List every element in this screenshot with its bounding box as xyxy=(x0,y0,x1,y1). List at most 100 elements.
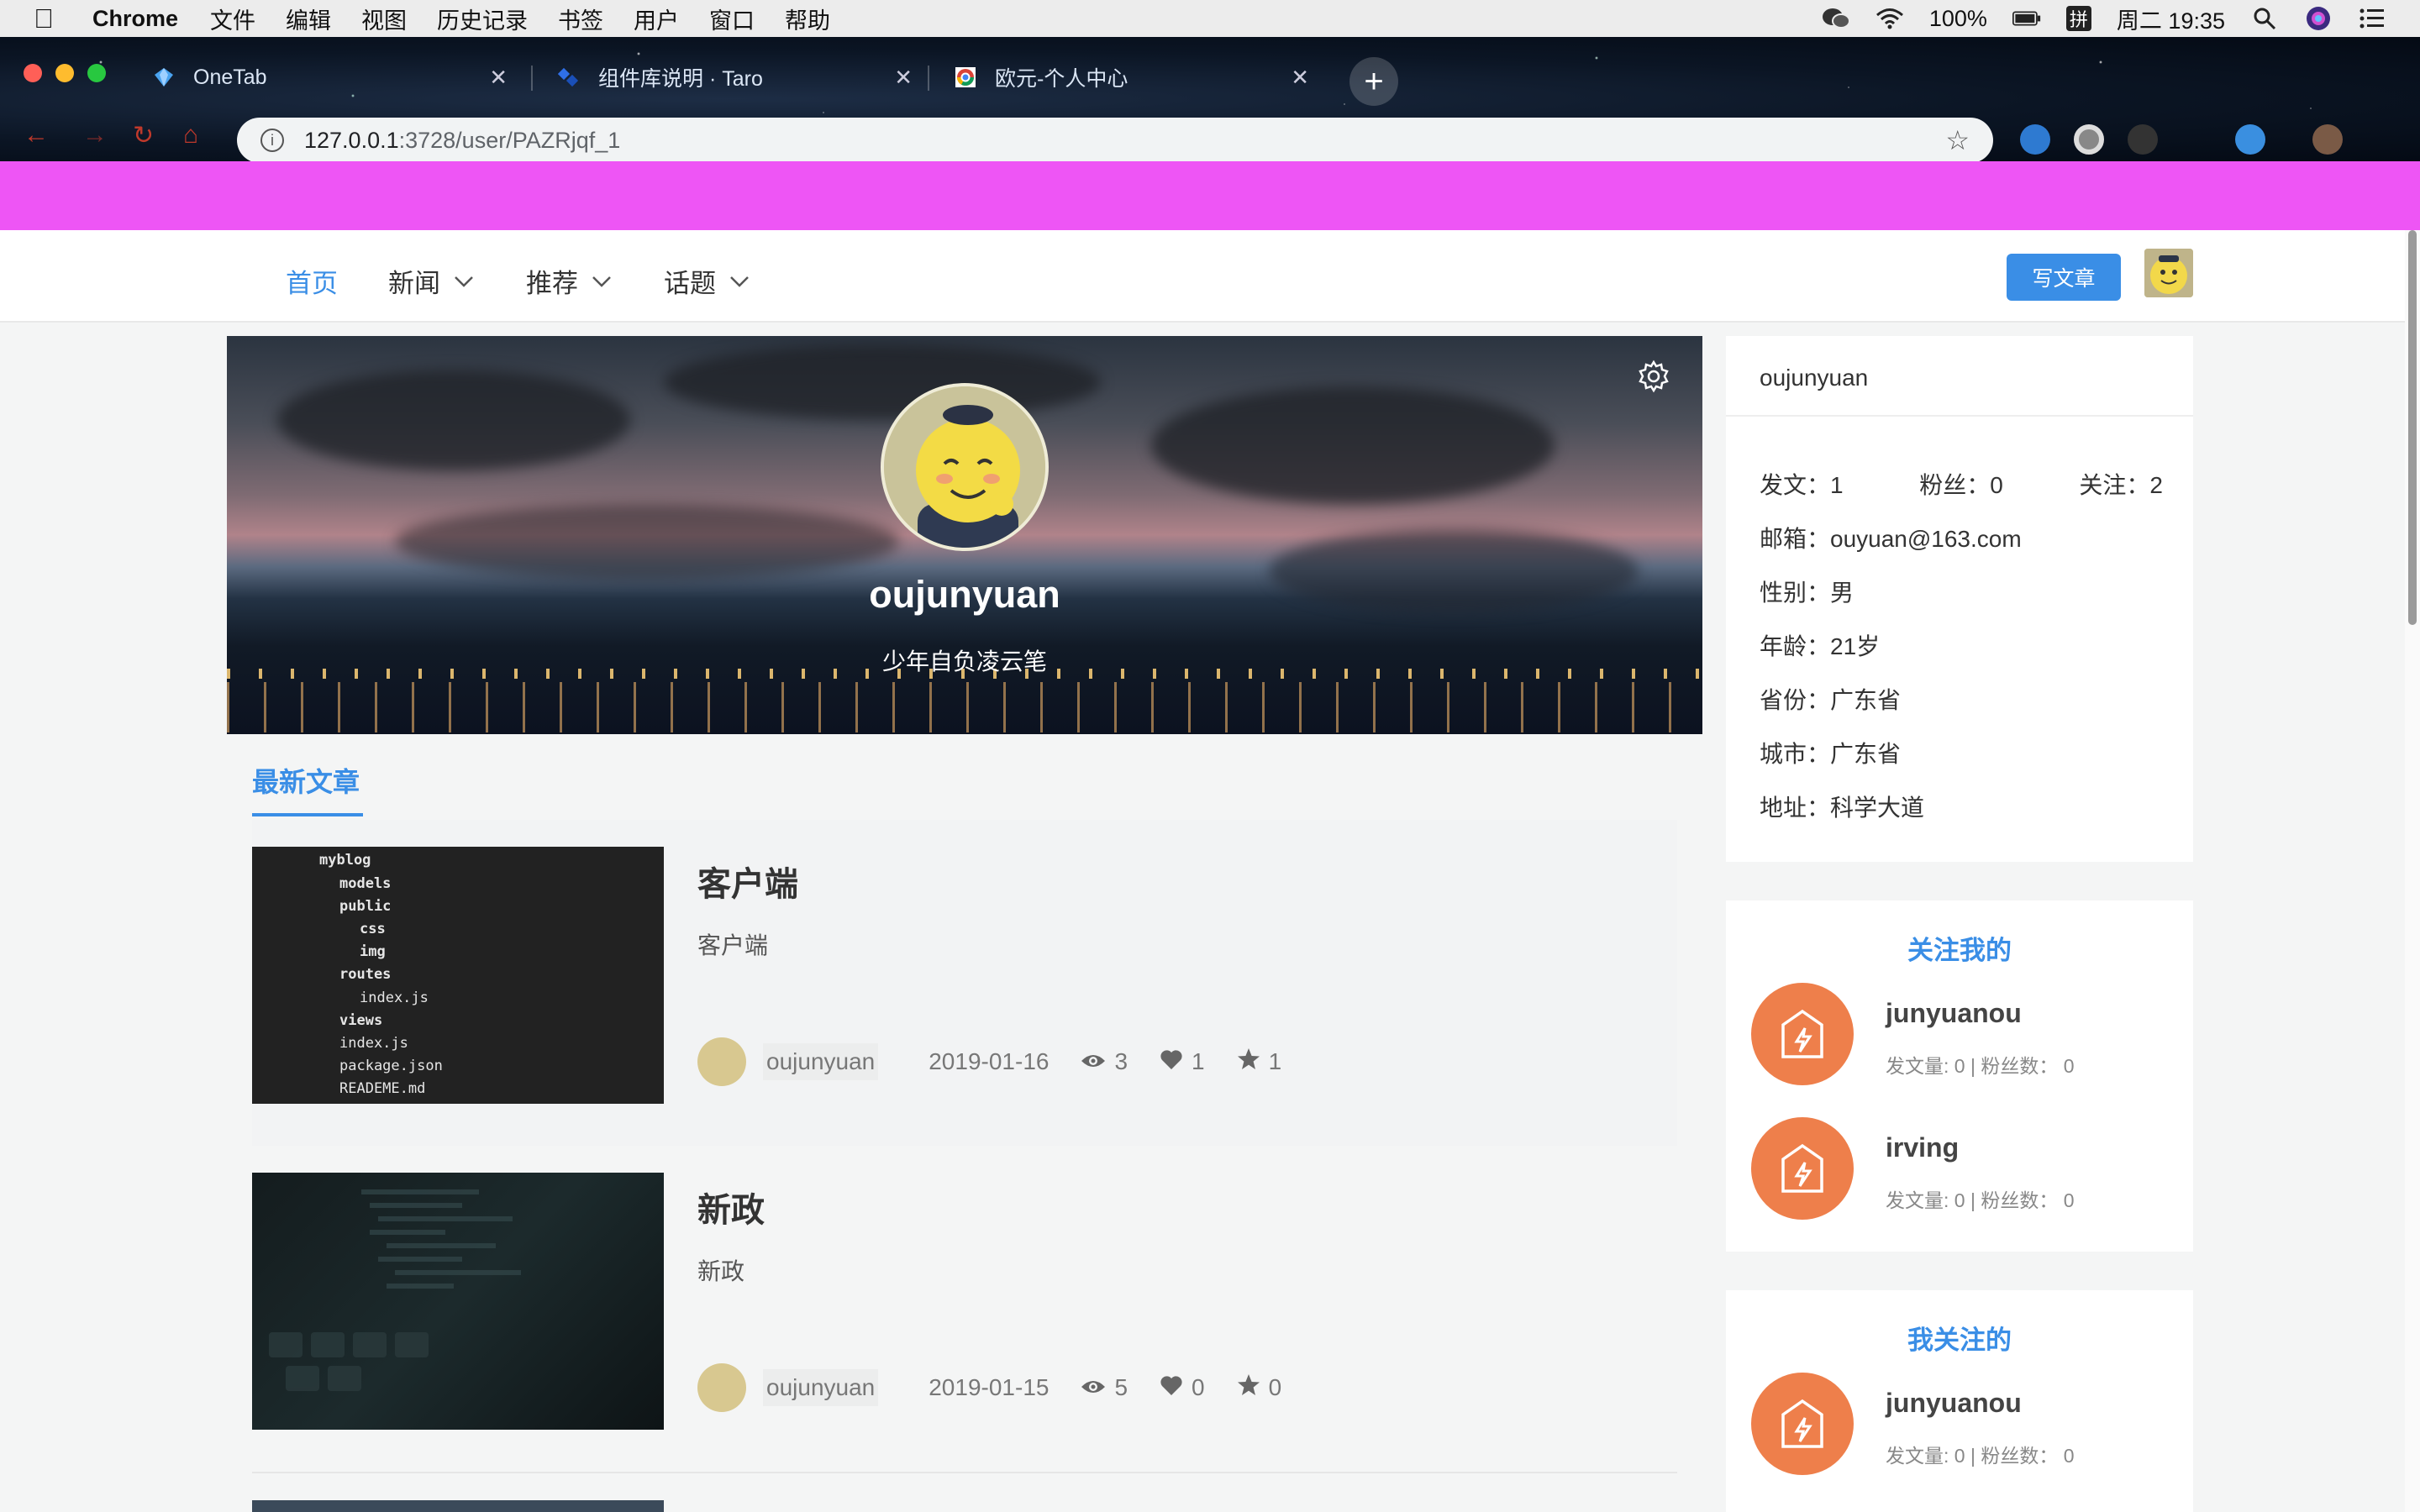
profile-province: 省份：广东省 xyxy=(1760,687,1902,713)
following-name[interactable]: junyuanou xyxy=(1886,1388,2022,1419)
extension-icon[interactable] xyxy=(2235,124,2265,155)
address-bar[interactable]: i 127.0.0.1:3728/user/PAZRjqf_1 ☆ xyxy=(237,118,1993,163)
tree-item: routes xyxy=(339,966,392,983)
battery-icon[interactable] xyxy=(2012,6,2041,31)
profile-avatar-icon[interactable] xyxy=(2312,124,2343,155)
star-count[interactable]: 0 xyxy=(1237,1373,1281,1403)
menu-people[interactable]: 用户 xyxy=(634,3,679,35)
notification-center-icon[interactable] xyxy=(2358,6,2386,31)
extension-icon[interactable] xyxy=(2074,124,2104,155)
article-thumbnail[interactable] xyxy=(252,1173,664,1430)
menu-file[interactable]: 文件 xyxy=(210,3,255,35)
nav-home[interactable]: 首页 xyxy=(286,262,338,300)
status-area: 100% 拼 周二 19:35 xyxy=(1822,3,2386,35)
tab-close-icon[interactable]: ✕ xyxy=(894,65,913,91)
tab-separator xyxy=(928,66,929,91)
profile-stats: 发文：1 粉丝：0 关注：2 xyxy=(1760,467,2163,501)
bookmark-star-icon[interactable]: ☆ xyxy=(1945,124,1970,156)
back-arrow-icon[interactable]: ← xyxy=(24,121,49,150)
followers-card: 关注我的 junyuanou 发文量: 0 | 粉丝数： 0 irving 发文… xyxy=(1726,900,2193,1252)
window-close-button[interactable] xyxy=(24,64,42,82)
following-card: 我关注的 junyuanou 发文量: 0 | 粉丝数： 0 xyxy=(1726,1290,2193,1512)
siri-icon[interactable] xyxy=(2304,6,2333,31)
follower-name[interactable]: irving xyxy=(1886,1132,1959,1163)
site-info-icon[interactable]: i xyxy=(260,129,284,152)
follower-item[interactable]: irving 发文量: 0 | 粉丝数： 0 xyxy=(1751,1117,2171,1221)
scrollbar-thumb[interactable] xyxy=(2408,230,2417,625)
nav-topics-dropdown[interactable]: 话题 xyxy=(664,262,750,300)
nav-home-label: 首页 xyxy=(286,269,338,298)
menu-edit[interactable]: 编辑 xyxy=(286,3,331,35)
article-card[interactable]: 新政 新政 oujunyuan 2019-01-15 5 0 0 xyxy=(252,1146,1677,1473)
like-count[interactable]: 0 xyxy=(1160,1374,1205,1402)
menu-window[interactable]: 窗口 xyxy=(709,3,755,35)
article-title[interactable]: 新政 xyxy=(697,1183,765,1231)
forward-arrow-icon[interactable]: → xyxy=(82,121,108,150)
default-avatar-icon[interactable] xyxy=(1751,1117,1854,1220)
following-item[interactable]: junyuanou 发文量: 0 | 粉丝数： 0 xyxy=(1751,1373,2171,1477)
profile-address: 地址：科学大道 xyxy=(1760,795,1925,821)
nav-topics-label: 话题 xyxy=(664,269,716,298)
new-tab-button[interactable]: + xyxy=(1349,57,1398,106)
wifi-icon[interactable] xyxy=(1876,6,1904,31)
user-avatar[interactable] xyxy=(2144,249,2193,297)
article-meta: oujunyuan 2019-01-15 5 0 0 xyxy=(697,1362,1313,1413)
cover-cloud xyxy=(277,370,630,470)
fan-count[interactable]: 粉丝：0 xyxy=(1919,467,2003,501)
post-count[interactable]: 发文：1 xyxy=(1760,467,1844,501)
tab-close-icon[interactable]: ✕ xyxy=(489,65,508,91)
tab-latest-articles[interactable]: 最新文章 xyxy=(252,761,360,800)
tree-item: index.js xyxy=(360,990,429,1006)
profile-avatar[interactable] xyxy=(881,383,1049,551)
app-name-menu[interactable]: Chrome xyxy=(92,6,178,32)
nav-news-dropdown[interactable]: 新闻 xyxy=(388,262,474,300)
like-count[interactable]: 1 xyxy=(1160,1048,1205,1076)
tab-title: 欧元-个人中心 xyxy=(995,67,1128,91)
nav-recommend-dropdown[interactable]: 推荐 xyxy=(526,262,612,300)
tree-item: package.json xyxy=(339,1058,443,1074)
default-avatar-icon[interactable] xyxy=(1751,983,1854,1085)
author-name[interactable]: oujunyuan xyxy=(763,1043,879,1080)
battery-percent: 100% xyxy=(1928,5,1987,31)
tab-close-icon[interactable]: ✕ xyxy=(1291,65,1309,91)
article-title[interactable]: 客户端 xyxy=(697,857,798,906)
macos-menu-bar:  Chrome 文件 编辑 视图 历史记录 书签 用户 窗口 帮助 100% … xyxy=(0,0,2420,37)
menu-view[interactable]: 视图 xyxy=(361,3,407,35)
follower-stats: 发文量: 0 | 粉丝数： 0 xyxy=(1886,1189,2075,1211)
spotlight-search-icon[interactable] xyxy=(2250,6,2279,31)
author-avatar[interactable] xyxy=(697,1037,746,1086)
input-method-icon[interactable]: 拼 xyxy=(2065,6,2091,31)
author-name[interactable]: oujunyuan xyxy=(763,1369,879,1406)
article-summary: 客户端 xyxy=(697,932,769,958)
menu-clock[interactable]: 周二 19:35 xyxy=(2117,3,2225,35)
onetab-extension-icon[interactable] xyxy=(2020,124,2050,155)
article-thumbnail-partial[interactable] xyxy=(252,1500,664,1512)
extension-icon[interactable] xyxy=(2128,124,2158,155)
follow-count[interactable]: 关注：2 xyxy=(2079,467,2163,501)
tree-item: img xyxy=(360,943,386,960)
star-count[interactable]: 1 xyxy=(1237,1047,1281,1077)
browser-tab-taro[interactable]: 组件库说明 · Taro ✕ xyxy=(538,55,933,99)
menu-help[interactable]: 帮助 xyxy=(785,3,830,35)
browser-tab-onetab[interactable]: OneTab ✕ xyxy=(133,55,528,99)
follower-item[interactable]: junyuanou 发文量: 0 | 粉丝数： 0 xyxy=(1751,983,2171,1087)
window-minimize-button[interactable] xyxy=(55,64,74,82)
settings-gear-icon[interactable] xyxy=(1637,360,1670,393)
article-thumbnail[interactable]: myblog models public css img routes inde… xyxy=(252,847,664,1104)
wechat-icon[interactable] xyxy=(1822,6,1850,31)
window-maximize-button[interactable] xyxy=(87,64,106,82)
menu-bookmarks[interactable]: 书签 xyxy=(558,3,603,35)
follower-name[interactable]: junyuanou xyxy=(1886,998,2022,1029)
home-icon[interactable]: ⌂ xyxy=(183,121,198,150)
followers-heading: 关注我的 xyxy=(1907,936,2012,965)
browser-tab-profile[interactable]: 欧元-个人中心 ✕ xyxy=(934,55,1329,99)
article-card[interactable]: myblog models public css img routes inde… xyxy=(252,820,1677,1147)
apple-menu-icon[interactable]:  xyxy=(34,3,67,34)
author-avatar[interactable] xyxy=(697,1363,746,1412)
profile-username: oujunyuan xyxy=(869,573,1060,616)
reload-icon[interactable]: ↻ xyxy=(133,121,154,150)
default-avatar-icon[interactable] xyxy=(1751,1373,1854,1475)
menu-history[interactable]: 历史记录 xyxy=(437,3,528,35)
profile-gender: 性别：男 xyxy=(1760,580,1854,606)
write-article-button[interactable]: 写文章 xyxy=(2007,254,2121,301)
